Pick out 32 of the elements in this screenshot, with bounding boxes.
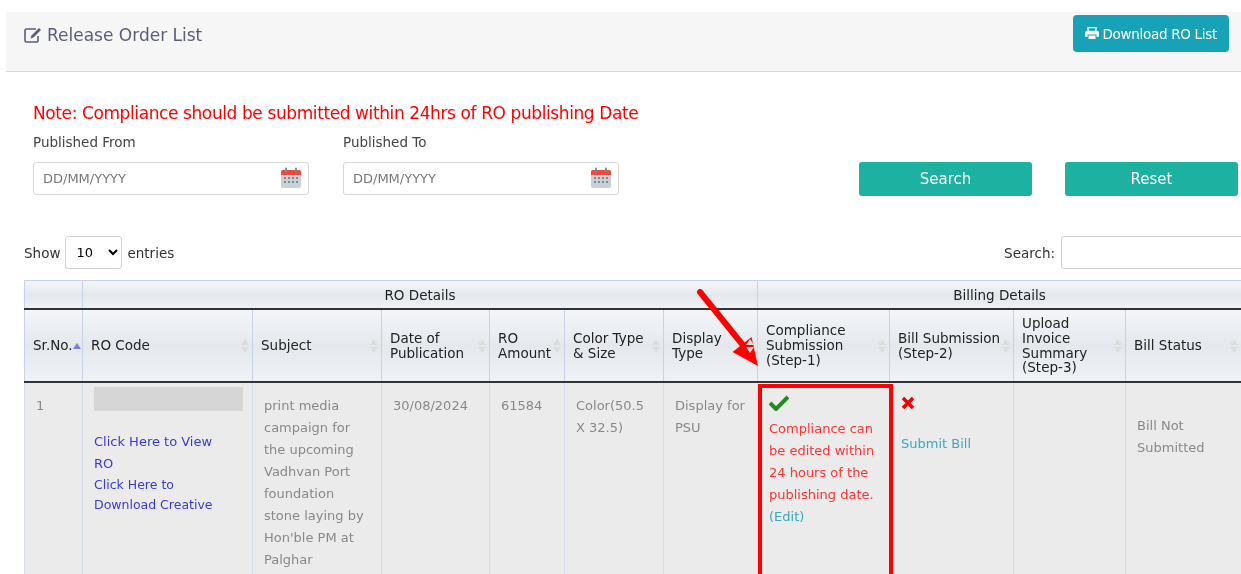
compliance-note: Compliance can be edited within 24 hours of the publishing date. (Edit) (769, 420, 876, 526)
table-cell: Display for PSU (675, 398, 745, 435)
search-label: Search: (1004, 244, 1055, 261)
table-cell: 61584 (501, 398, 543, 413)
table-cell: 1 (24, 382, 83, 574)
table-cell: Color(50.5 X 32.5) (576, 398, 644, 435)
column-header[interactable]: Upload Invoice Summary (Step-3) (1013, 309, 1126, 382)
compliance-note: Note: Compliance should be submitted within 24hrs of RO publishing Date (33, 103, 640, 123)
column-header[interactable]: Bill Status (1125, 309, 1241, 382)
field-label: Published To (343, 134, 428, 150)
date-field[interactable]: DD/MM/YYYY (33, 162, 309, 195)
date-field[interactable]: DD/MM/YYYY (343, 162, 619, 195)
column-header[interactable]: Color Type & Size (564, 309, 664, 382)
link[interactable]: Click Here to Download Creative (94, 475, 234, 515)
column-header[interactable]: Sr.No. (24, 309, 83, 382)
column-header[interactable]: Subject (252, 309, 382, 382)
table-cell: 30/08/2024 (393, 398, 468, 413)
column-header[interactable]: Bill Submission (Step-2) (889, 309, 1014, 382)
group-header: RO Details (82, 280, 758, 309)
column-header[interactable]: RO Code (82, 309, 253, 382)
column-header[interactable]: RO Amount (489, 309, 565, 382)
field-label: Published From (33, 134, 137, 150)
column-header[interactable]: Date of Publication (381, 309, 490, 382)
page-title: Release Order List (47, 25, 203, 45)
group-header: Billing Details (757, 280, 1241, 309)
show-label: Show (24, 244, 61, 261)
table-cell-text: print media campaign for the upcoming Vadhvan Port foundation stone laying by Hon'ble PM at Palghar (264, 397, 364, 569)
entries-label: entries (127, 244, 175, 261)
link[interactable]: Click Here to View RO (94, 431, 234, 475)
entries-select[interactable]: 10 (65, 236, 123, 269)
column-header[interactable]: Compliance Submission (Step-1) (757, 309, 890, 382)
table-cell: Bill Not Submitted (1137, 418, 1205, 455)
